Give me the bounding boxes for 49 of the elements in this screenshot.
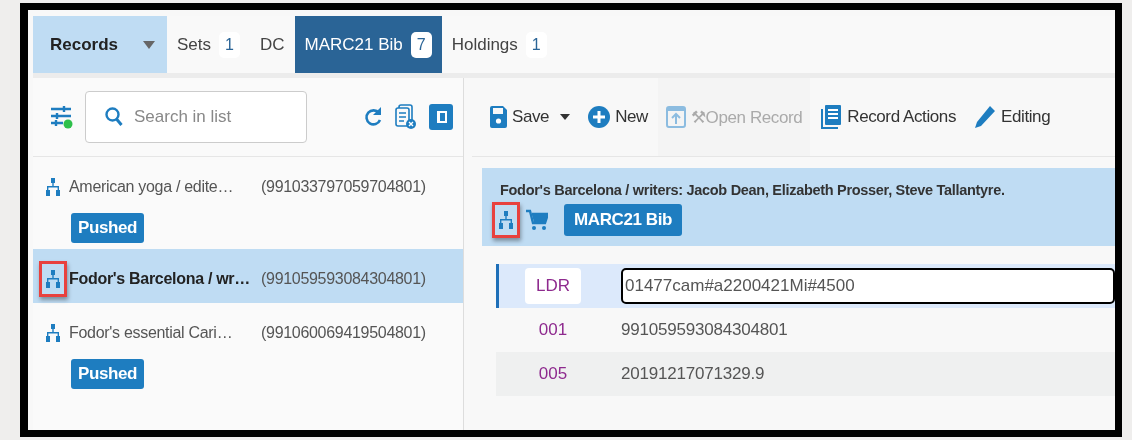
field-value: 991059593084304801 bbox=[621, 320, 788, 340]
record-list-item[interactable]: Fodor's Barcelona / wr… (991059593084304801) bbox=[33, 249, 463, 303]
hierarchy-icon bbox=[46, 270, 60, 288]
count-badge: 7 bbox=[410, 31, 432, 58]
count-badge: 1 bbox=[219, 31, 240, 58]
filter-sliders-icon[interactable] bbox=[51, 105, 73, 129]
save-button[interactable]: Save bbox=[482, 78, 579, 156]
record-id: (991059593084304801) bbox=[261, 270, 426, 288]
field-tag: LDR bbox=[525, 268, 581, 304]
field-row[interactable]: 005 20191217071329.9 bbox=[496, 352, 1115, 396]
status-badge: Pushed bbox=[71, 213, 144, 243]
status-badge: Pushed bbox=[71, 359, 144, 389]
record-list-item[interactable]: Fodor's essential Cari… (991060069419504801) Pushed bbox=[33, 303, 463, 395]
edit-button[interactable]: Editing bbox=[966, 78, 1059, 156]
record-list-item[interactable]: American yoga / edite… (991033797059704801) Pushed bbox=[33, 157, 463, 249]
hierarchy-icon bbox=[499, 211, 513, 229]
caret-icon bbox=[143, 40, 155, 49]
field-value-input[interactable]: 01477cam#a2200421Mi#4500 bbox=[621, 268, 1115, 304]
record-id: (991060069419504801) bbox=[261, 324, 426, 342]
field-value: 20191217071329.9 bbox=[621, 364, 765, 384]
cart-icon[interactable] bbox=[526, 209, 548, 231]
record-title: Fodor's essential Cari… bbox=[69, 324, 234, 342]
plus-circle-icon bbox=[588, 106, 611, 128]
field-row[interactable]: LDR 01477cam#a2200421Mi#4500 bbox=[496, 264, 1115, 308]
field-tag: 001 bbox=[525, 312, 581, 348]
count-badge: 1 bbox=[525, 31, 547, 58]
actions-button[interactable]: Record Actions bbox=[812, 78, 965, 156]
field-tag: 005 bbox=[525, 356, 581, 392]
record-type-badge: MARC21 Bib bbox=[564, 204, 682, 236]
side-panel-icon[interactable] bbox=[429, 104, 453, 130]
tab[interactable]: Sets 1 bbox=[167, 16, 250, 73]
caret-icon bbox=[560, 114, 571, 120]
record-title: Fodor's Barcelona / writers: Jacob Dean, Elizabeth Prosser, Steve Tallantyre. bbox=[500, 182, 1006, 198]
upload-window-icon bbox=[665, 106, 686, 128]
documents-icon bbox=[820, 105, 843, 129]
search-field[interactable]: Search in list bbox=[85, 91, 307, 143]
field-row[interactable]: 001 991059593084304801 bbox=[496, 308, 1115, 352]
record-title: Fodor's Barcelona / wr… bbox=[69, 270, 251, 288]
refresh-icon[interactable] bbox=[363, 106, 383, 128]
document-clear-icon[interactable] bbox=[395, 104, 417, 130]
record-title: American yoga / edite… bbox=[69, 178, 235, 196]
tab[interactable]: MARC21 Bib 7 bbox=[294, 16, 442, 73]
tab[interactable]: Records bbox=[33, 16, 167, 73]
new-button[interactable]: New bbox=[580, 78, 656, 156]
pencil-icon bbox=[974, 105, 997, 129]
record-id: (991033797059704801) bbox=[261, 178, 426, 196]
tab[interactable]: Holdings 1 bbox=[441, 16, 557, 73]
tab[interactable]: DC bbox=[249, 16, 295, 73]
search-icon bbox=[105, 107, 123, 127]
